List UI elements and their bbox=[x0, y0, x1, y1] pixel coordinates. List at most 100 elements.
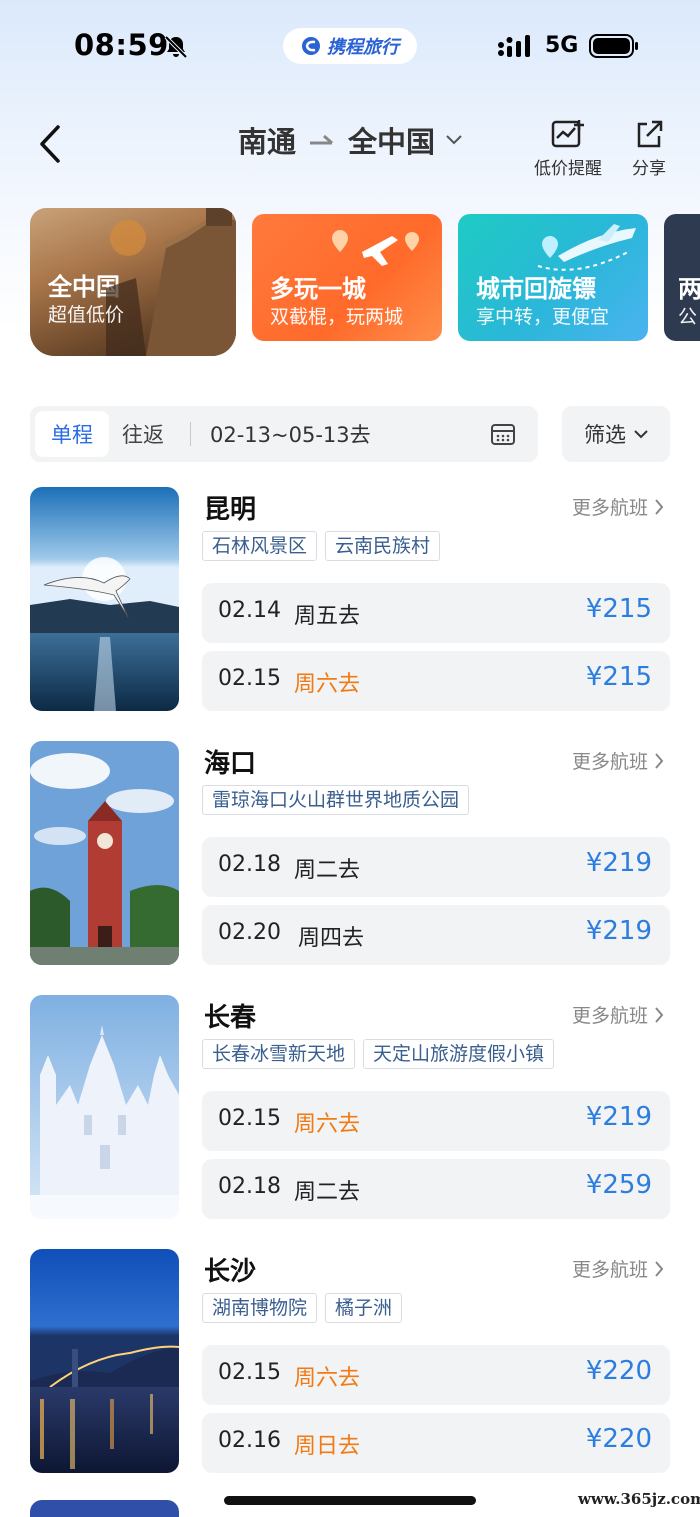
banner-boomerang[interactable]: 城市回旋镖 享中转，更便宜 bbox=[458, 214, 648, 341]
flight-option[interactable]: 02.15 周六去 ¥220 bbox=[202, 1345, 670, 1405]
flight-weekday: 周二去 bbox=[294, 1180, 361, 1205]
status-time: 08:59 bbox=[74, 28, 169, 62]
tag-list: 长春冰雪新天地 天定山旅游度假小镇 bbox=[202, 1039, 555, 1069]
city-name: 海口 bbox=[204, 749, 257, 779]
attraction-tag[interactable]: 石林风景区 bbox=[202, 531, 318, 561]
destination-card[interactable]: 海口 更多航班 雷琼海口火山群世界地质公园 02.18 周二去 ¥219 02.… bbox=[30, 741, 670, 967]
flight-option[interactable]: 02.14 周五去 ¥215 bbox=[202, 583, 670, 643]
banner-title: 两 bbox=[678, 275, 700, 303]
tab-round-trip[interactable]: 往返 bbox=[122, 419, 164, 449]
ctrip-logo-icon bbox=[302, 37, 320, 55]
city-name: 长沙 bbox=[204, 1257, 257, 1287]
route-selector[interactable]: 南通 全中国 bbox=[238, 118, 463, 162]
flight-price: ¥215 bbox=[585, 594, 652, 624]
flight-date: 02.20 bbox=[218, 920, 281, 945]
flight-price: ¥220 bbox=[585, 1356, 652, 1386]
battery-icon bbox=[589, 34, 638, 58]
kunming-photo bbox=[30, 487, 179, 711]
flight-weekday: 周五去 bbox=[294, 604, 361, 629]
tag-list: 湖南博物院 橘子洲 bbox=[202, 1293, 403, 1323]
chevron-down-icon bbox=[446, 135, 462, 145]
banner-subtitle: 公 bbox=[678, 306, 698, 328]
flight-option[interactable]: 02.15 周六去 ¥215 bbox=[202, 651, 670, 711]
tag-list: 石林风景区 云南民族村 bbox=[202, 531, 441, 561]
more-flights-label: 更多航班 bbox=[571, 751, 648, 773]
more-flights-link[interactable]: 更多航班 bbox=[572, 1255, 664, 1282]
attraction-tag[interactable]: 云南民族村 bbox=[325, 531, 441, 561]
filter-button[interactable]: 筛选 bbox=[562, 406, 670, 462]
changchun-photo bbox=[30, 995, 179, 1219]
trip-type-bar: 单程 往返 02-13~05-13去 bbox=[30, 406, 538, 462]
great-wall-image bbox=[106, 208, 236, 356]
divider bbox=[190, 422, 191, 446]
attraction-tag[interactable]: 湖南博物院 bbox=[202, 1293, 318, 1323]
more-flights-link[interactable]: 更多航班 bbox=[572, 493, 664, 520]
flight-date: 02.18 bbox=[218, 852, 281, 877]
destination-city: 全中国 bbox=[348, 125, 436, 159]
more-flights-label: 更多航班 bbox=[571, 497, 648, 519]
flight-date: 02.15 bbox=[218, 666, 281, 691]
flight-weekday: 周日去 bbox=[294, 1434, 361, 1459]
flight-option[interactable]: 02.16 周日去 ¥220 bbox=[202, 1413, 670, 1473]
attraction-tag[interactable]: 橘子洲 bbox=[325, 1293, 403, 1323]
more-flights-label: 更多航班 bbox=[571, 1259, 648, 1281]
price-alert-label: 低价提醒 bbox=[534, 159, 602, 179]
share-label: 分享 bbox=[632, 159, 666, 179]
flight-date: 02.18 bbox=[218, 1174, 281, 1199]
flight-option[interactable]: 02.20 周四去 ¥219 bbox=[202, 905, 670, 965]
city-name: 昆明 bbox=[204, 495, 257, 525]
flight-weekday: 周六去 bbox=[294, 1112, 361, 1137]
flight-price: ¥219 bbox=[585, 1102, 652, 1132]
tag-list: 雷琼海口火山群世界地质公园 bbox=[202, 785, 470, 815]
network-type: 5G bbox=[545, 33, 579, 58]
flight-option[interactable]: 02.18 周二去 ¥259 bbox=[202, 1159, 670, 1219]
banner-subtitle: 双截棍，玩两城 bbox=[270, 306, 404, 328]
share-icon bbox=[637, 120, 663, 148]
filter-label: 筛选 bbox=[584, 423, 626, 447]
back-button[interactable] bbox=[30, 120, 70, 168]
status-bar: 08:59 携程旅行 5G bbox=[0, 0, 700, 92]
destination-card[interactable]: 长沙 更多航班 湖南博物院 橘子洲 02.15 周六去 ¥220 02.16 周… bbox=[30, 1249, 670, 1475]
plane-pin-icon bbox=[332, 230, 419, 266]
flight-weekday: 周二去 bbox=[294, 858, 361, 883]
flight-date: 02.15 bbox=[218, 1106, 281, 1131]
home-indicator[interactable] bbox=[224, 1496, 476, 1505]
flight-option[interactable]: 02.18 周二去 ¥219 bbox=[202, 837, 670, 897]
brand-name: 携程旅行 bbox=[327, 37, 399, 58]
price-alert-button[interactable]: 低价提醒 bbox=[534, 118, 602, 179]
city-name: 长春 bbox=[204, 1003, 257, 1033]
attraction-tag[interactable]: 天定山旅游度假小镇 bbox=[363, 1039, 555, 1069]
date-range[interactable]: 02-13~05-13去 bbox=[210, 419, 371, 449]
banner-subtitle: 享中转，更便宜 bbox=[476, 306, 610, 328]
attraction-tag[interactable]: 长春冰雪新天地 bbox=[202, 1039, 356, 1069]
destination-card[interactable]: 昆明 更多航班 石林风景区 云南民族村 02.14 周五去 ¥215 02.15… bbox=[30, 487, 670, 713]
calendar-icon[interactable] bbox=[490, 422, 516, 446]
flight-date: 02.14 bbox=[218, 598, 281, 623]
next-destination-photo bbox=[30, 1500, 179, 1517]
flight-price: ¥259 bbox=[585, 1170, 652, 1200]
more-flights-link[interactable]: 更多航班 bbox=[572, 747, 664, 774]
back-icon bbox=[40, 125, 60, 163]
banner-multi-city[interactable]: 多玩一城 双截棍，玩两城 bbox=[252, 214, 442, 341]
destination-card[interactable]: 长春 更多航班 长春冰雪新天地 天定山旅游度假小镇 02.15 周六去 ¥219… bbox=[30, 995, 670, 1221]
banner-all-china[interactable]: 全中国 超值低价 bbox=[30, 208, 236, 356]
signal-icon bbox=[498, 35, 530, 57]
banner-title: 多玩一城 bbox=[270, 275, 366, 303]
more-flights-link[interactable]: 更多航班 bbox=[572, 1001, 664, 1028]
tab-one-way[interactable]: 单程 bbox=[35, 411, 109, 457]
flight-weekday: 周四去 bbox=[298, 926, 365, 951]
route-arrow-icon bbox=[310, 134, 334, 145]
banner-subtitle: 超值低价 bbox=[48, 304, 125, 326]
promo-banners: 全中国 超值低价 多玩一城 双截棍，玩两城 城市回旋镖 享中转，更便宜 两 公 bbox=[30, 208, 700, 358]
banner-partial[interactable]: 两 公 bbox=[664, 214, 700, 341]
watermark: www.365jz.com bbox=[578, 1490, 700, 1508]
changsha-photo bbox=[30, 1249, 179, 1473]
brand-pill: 携程旅行 bbox=[283, 28, 417, 64]
attraction-tag[interactable]: 雷琼海口火山群世界地质公园 bbox=[202, 785, 470, 815]
flight-date: 02.15 bbox=[218, 1360, 281, 1385]
flight-option[interactable]: 02.15 周六去 ¥219 bbox=[202, 1091, 670, 1151]
flight-price: ¥220 bbox=[585, 1424, 652, 1454]
share-button[interactable]: 分享 bbox=[632, 118, 666, 179]
flight-price: ¥215 bbox=[585, 662, 652, 692]
flight-date: 02.16 bbox=[218, 1428, 281, 1453]
